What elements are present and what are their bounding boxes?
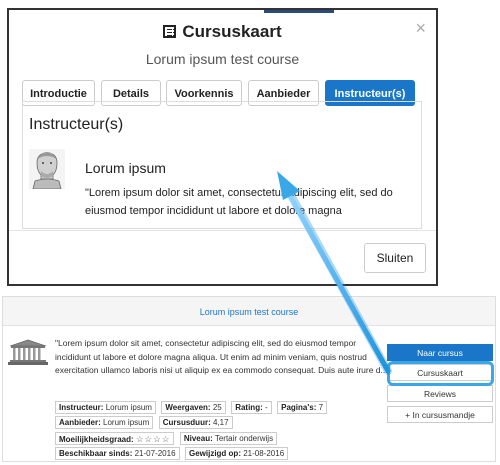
instructor-avatar-icon (29, 149, 65, 189)
meta-paginas: Pagina's: 7 (277, 401, 328, 414)
plus-icon: + (405, 410, 411, 420)
cursuskaart-highlight (387, 361, 494, 386)
card-header: Lorum ipsum test course (3, 297, 495, 326)
meta-gewijzigd: Gewijzigd op: 21-08-2016 (184, 447, 289, 460)
temple-icon (8, 339, 48, 365)
instructor-name: Lorum ipsum (85, 160, 166, 176)
meta-weergaven: Weergaven: 25 (161, 401, 226, 414)
star-icon: ☆☆☆☆ (135, 434, 171, 444)
meta-cursusduur: Cursusduur: 4,17 (158, 416, 233, 429)
instructor-panel: Instructeur(s) Lorum ipsum "Lorem ipsum … (22, 101, 422, 229)
meta-aanbieder: Aanbieder: Lorum ipsum (55, 416, 154, 429)
meta-beschikbaar: Beschikbaar sinds: 21-07-2016 (55, 447, 180, 460)
modal-title-text: Cursuskaart (182, 22, 282, 41)
meta-row-4: Beschikbaar sinds: 21-07-2016 Gewijzigd … (55, 447, 289, 465)
close-icon[interactable]: × (415, 18, 426, 39)
meta-instructeur: Instructeur: Lorum ipsum (55, 401, 156, 414)
add-to-basket-button[interactable]: + In cursusmandje (387, 406, 493, 423)
panel-heading: Instructeur(s) (29, 116, 124, 133)
add-to-basket-label: In cursusmandje (412, 410, 475, 420)
naar-cursus-button[interactable]: Naar cursus (387, 344, 493, 361)
modal-subtitle: Lorum ipsum test course (145, 51, 300, 67)
instructor-bio: "Lorem ipsum dolor sit amet, consectetur… (85, 187, 393, 217)
list-icon (163, 25, 177, 38)
modal-footer-divider (9, 230, 436, 231)
course-description: "Lorem ipsum dolor sit amet, consectetur… (55, 338, 388, 375)
meta-niveau: Niveau: Tertair onderwijs (179, 432, 278, 445)
course-title-link[interactable]: Lorum ipsum test course (200, 307, 299, 317)
top-band-decoration (264, 10, 334, 13)
meta-rating: Rating: - (231, 401, 272, 414)
course-card-modal: Cursuskaart Lorum ipsum test course × In… (7, 8, 438, 286)
reviews-button[interactable]: Reviews (387, 385, 493, 402)
meta-moeilijkheidsgraad: Moeilijkheidsgraad: ☆☆☆☆ (55, 432, 175, 445)
modal-title: Cursuskaart (9, 22, 436, 42)
close-button[interactable]: Sluiten (364, 243, 426, 273)
